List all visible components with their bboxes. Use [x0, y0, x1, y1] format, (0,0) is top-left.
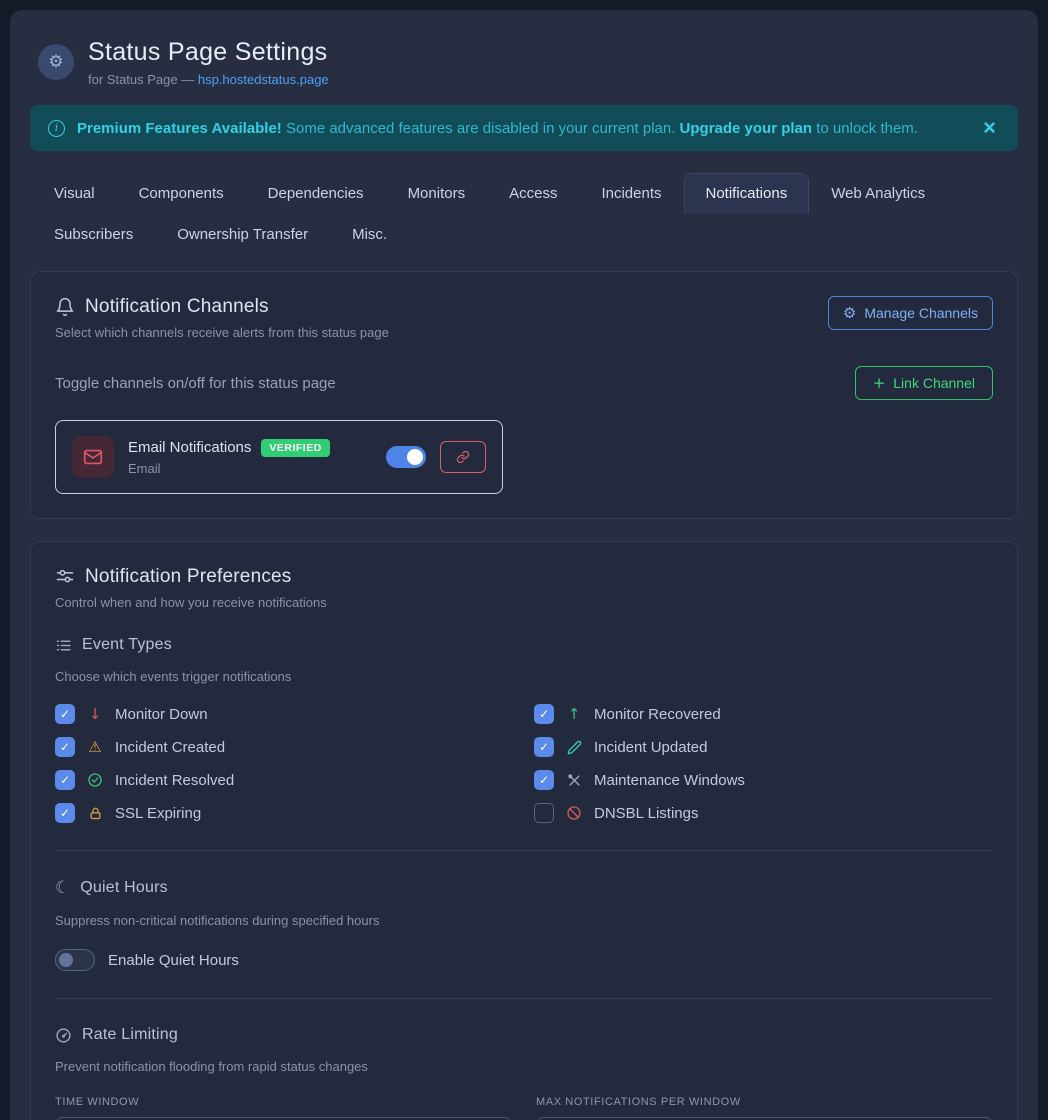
- settings-tabs: Visual Components Dependencies Monitors …: [30, 173, 1018, 255]
- max-notifications-label: MAX NOTIFICATIONS PER WINDOW: [536, 1096, 993, 1108]
- settings-panel: ⚙ Status Page Settings for Status Page —…: [10, 10, 1038, 1120]
- event-monitor-down[interactable]: ✓ ↓ Monitor Down: [55, 704, 514, 724]
- warning-icon: ⚠: [86, 738, 104, 756]
- upgrade-plan-link[interactable]: Upgrade your plan: [680, 120, 813, 137]
- event-ssl-expiring[interactable]: ✓ SSL Expiring: [55, 803, 514, 823]
- toggle-hint: Toggle channels on/off for this status p…: [55, 375, 336, 392]
- tab-dependencies[interactable]: Dependencies: [246, 173, 386, 214]
- pencil-icon: [565, 740, 583, 755]
- info-icon: i: [48, 120, 65, 137]
- checkbox[interactable]: ✓: [534, 737, 554, 757]
- manage-channels-button[interactable]: ⚙ Manage Channels: [828, 296, 993, 330]
- channel-name: Email Notifications: [128, 439, 251, 456]
- gear-icon: ⚙: [843, 306, 856, 321]
- tab-monitors[interactable]: Monitors: [386, 173, 488, 214]
- plus-icon: +: [873, 376, 886, 391]
- envelope-icon: [72, 436, 114, 478]
- status-page-link[interactable]: hsp.hostedstatus.page: [198, 72, 329, 87]
- divider: [55, 850, 993, 851]
- tab-subscribers[interactable]: Subscribers: [32, 214, 155, 255]
- subtitle-prefix: for Status Page —: [88, 72, 198, 87]
- quiet-hours-subtitle: Suppress non-critical notifications duri…: [55, 913, 993, 928]
- event-dnsbl-listings[interactable]: DNSBL Listings: [534, 803, 993, 823]
- verified-badge: VERIFIED: [261, 439, 329, 457]
- tab-visual[interactable]: Visual: [32, 173, 117, 214]
- page-subtitle: for Status Page — hsp.hostedstatus.page: [88, 72, 329, 87]
- page-header: ⚙ Status Page Settings for Status Page —…: [30, 32, 1018, 87]
- check-circle-icon: [86, 772, 104, 788]
- tab-web-analytics[interactable]: Web Analytics: [809, 173, 947, 214]
- event-label: DNSBL Listings: [594, 805, 699, 822]
- chain-icon: [456, 450, 470, 464]
- banner-bold: Premium Features Available!: [77, 120, 282, 137]
- quiet-hours-toggle[interactable]: [55, 949, 95, 971]
- tab-ownership-transfer[interactable]: Ownership Transfer: [155, 214, 330, 255]
- email-channel-toggle[interactable]: [386, 446, 426, 468]
- event-incident-updated[interactable]: ✓ Incident Updated: [534, 737, 993, 757]
- checkbox[interactable]: ✓: [55, 737, 75, 757]
- moon-icon: ☾: [55, 878, 70, 898]
- tools-icon: [565, 773, 583, 788]
- banner-body: Some advanced features are disabled in y…: [282, 120, 680, 137]
- tab-notifications[interactable]: Notifications: [684, 173, 810, 214]
- page-title: Status Page Settings: [88, 38, 329, 67]
- sliders-icon: [55, 567, 75, 587]
- divider: [55, 998, 993, 999]
- notification-channels-card: Notification Channels Select which chann…: [30, 271, 1018, 519]
- lock-icon: [86, 806, 104, 821]
- link-channel-button[interactable]: + Link Channel: [855, 366, 993, 400]
- quiet-hours-title: Quiet Hours: [80, 879, 168, 897]
- link-channel-label: Link Channel: [893, 375, 975, 391]
- preferences-subtitle: Control when and how you receive notific…: [55, 595, 327, 610]
- tab-misc[interactable]: Misc.: [330, 214, 409, 255]
- event-label: Monitor Recovered: [594, 706, 721, 723]
- event-label: Incident Created: [115, 739, 225, 756]
- event-label: Incident Resolved: [115, 772, 234, 789]
- bell-icon: [55, 297, 75, 317]
- event-incident-created[interactable]: ✓ ⚠ Incident Created: [55, 737, 514, 757]
- event-monitor-recovered[interactable]: ✓ ↑ Monitor Recovered: [534, 704, 993, 724]
- channel-type: Email: [128, 461, 372, 476]
- banner-suffix: to unlock them.: [812, 120, 918, 137]
- event-types-subtitle: Choose which events trigger notification…: [55, 669, 993, 684]
- checkbox[interactable]: ✓: [55, 704, 75, 724]
- checkbox[interactable]: ✓: [534, 704, 554, 724]
- email-channel-item: Email Notifications VERIFIED Email: [55, 420, 503, 494]
- ban-icon: [565, 805, 583, 821]
- event-label: Monitor Down: [115, 706, 208, 723]
- event-label: Maintenance Windows: [594, 772, 745, 789]
- rate-limiting-subtitle: Prevent notification flooding from rapid…: [55, 1059, 993, 1074]
- event-label: SSL Expiring: [115, 805, 201, 822]
- list-icon: [55, 637, 72, 654]
- premium-banner: i Premium Features Available! Some advan…: [30, 105, 1018, 151]
- notification-preferences-card: Notification Preferences Control when an…: [30, 541, 1018, 1120]
- preferences-title: Notification Preferences: [85, 566, 292, 588]
- rate-limiting-title: Rate Limiting: [82, 1026, 178, 1044]
- channels-title: Notification Channels: [85, 296, 269, 318]
- checkbox[interactable]: [534, 803, 554, 823]
- checkbox[interactable]: ✓: [55, 803, 75, 823]
- event-label: Incident Updated: [594, 739, 707, 756]
- gauge-icon: [55, 1027, 72, 1044]
- checkbox[interactable]: ✓: [534, 770, 554, 790]
- checkbox[interactable]: ✓: [55, 770, 75, 790]
- arrow-down-icon: ↓: [86, 705, 104, 723]
- banner-text: Premium Features Available! Some advance…: [77, 120, 918, 137]
- tab-access[interactable]: Access: [487, 173, 579, 214]
- channels-subtitle: Select which channels receive alerts fro…: [55, 325, 389, 340]
- close-icon[interactable]: ×: [979, 115, 1000, 141]
- unlink-channel-button[interactable]: [440, 441, 486, 473]
- tab-components[interactable]: Components: [117, 173, 246, 214]
- event-types-grid: ✓ ↓ Monitor Down ✓ ↑ Monitor Recovered ✓…: [55, 704, 993, 823]
- quiet-hours-toggle-label: Enable Quiet Hours: [108, 952, 239, 969]
- manage-channels-label: Manage Channels: [864, 305, 978, 321]
- event-types-title: Event Types: [82, 636, 172, 654]
- tab-incidents[interactable]: Incidents: [579, 173, 683, 214]
- event-incident-resolved[interactable]: ✓ Incident Resolved: [55, 770, 514, 790]
- event-maintenance-windows[interactable]: ✓ Maintenance Windows: [534, 770, 993, 790]
- time-window-label: TIME WINDOW: [55, 1096, 512, 1108]
- gear-icon: ⚙: [38, 44, 74, 80]
- arrow-up-icon: ↑: [565, 705, 583, 723]
